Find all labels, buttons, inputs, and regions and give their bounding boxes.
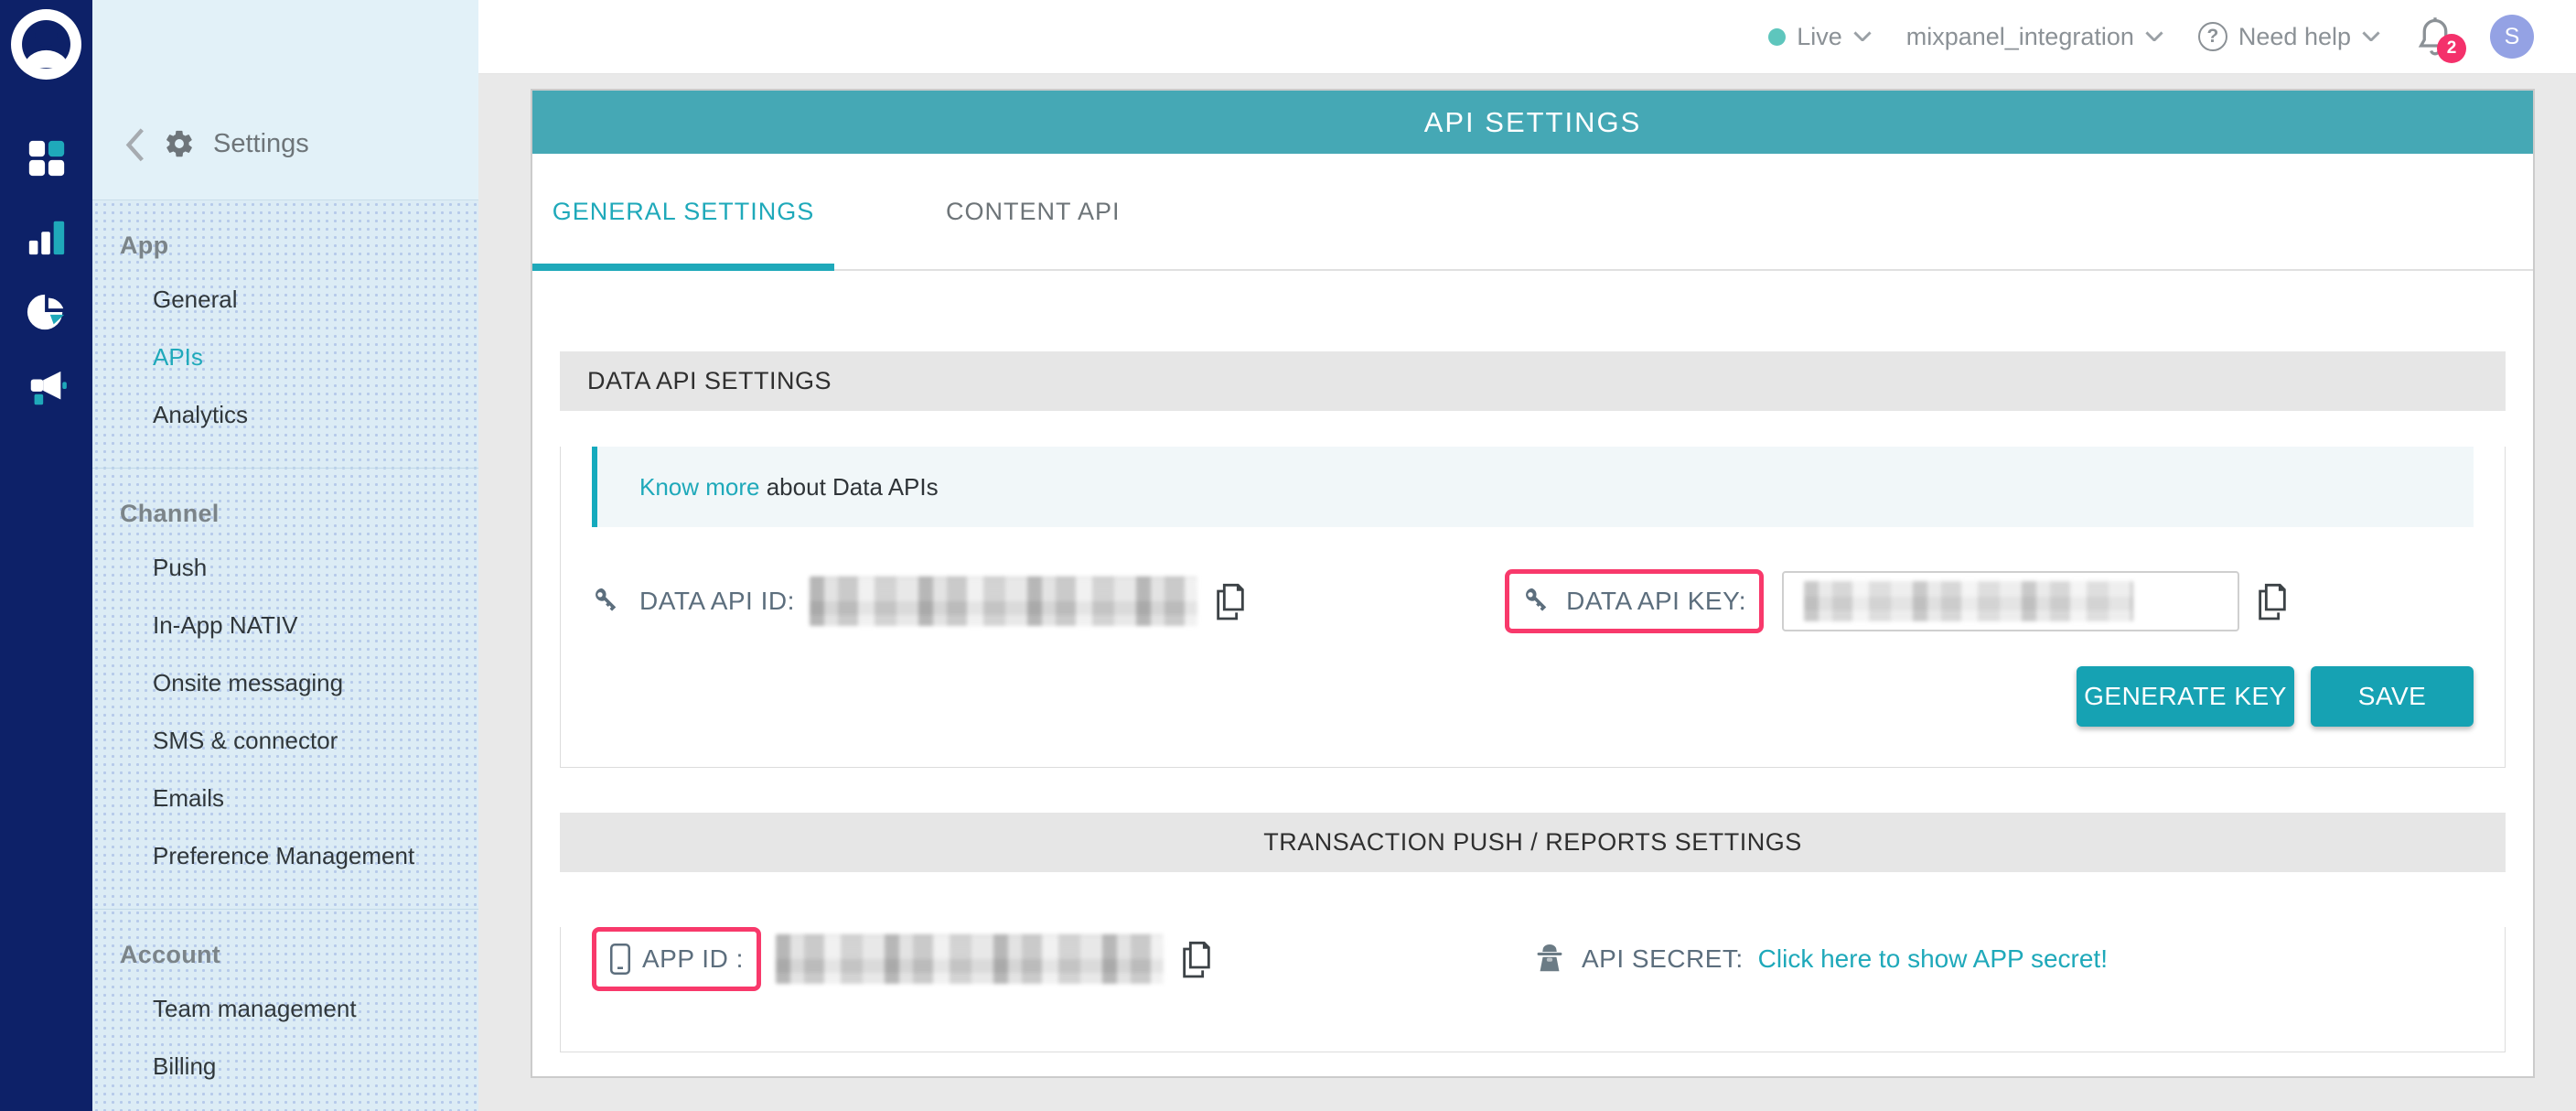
sidebar-title: Settings [213,129,309,159]
sidebar-item-inapp-nativ[interactable]: In-App NATIV [120,597,478,654]
spy-icon [1532,941,1567,977]
sidebar-nav-list: App General APIs Analytics Channel Push … [92,200,478,1111]
data-api-key-input[interactable] [1782,571,2239,631]
key-icon [1522,585,1555,618]
transaction-settings-section: TRANSACTION PUSH / REPORTS SETTINGS APP … [560,813,2506,1052]
page-title: API SETTINGS [532,91,2533,154]
show-app-secret-link[interactable]: Click here to show APP secret! [1758,944,2108,974]
data-api-row: DATA API ID: [592,569,2474,633]
sidebar-section-label: App [120,232,478,260]
sidebar-item-team-management[interactable]: Team management [120,980,478,1038]
save-button[interactable]: SAVE [2311,666,2474,727]
api-secret-field: API SECRET: Click here to show APP secre… [1532,941,2108,977]
highlight-box-data-api-key: DATA API KEY: [1505,569,1764,633]
question-circle-icon: ? [2198,22,2227,51]
analytics-bars-icon[interactable] [26,216,68,258]
data-api-key-label: DATA API KEY: [1566,587,1746,616]
app-root: Settings App General APIs Analytics Chan… [0,0,2576,1111]
sidebar-item-push[interactable]: Push [120,539,478,597]
info-banner: Know more about Data APIs [592,447,2474,527]
user-avatar[interactable]: S [2490,15,2534,59]
settings-sidebar: Settings App General APIs Analytics Chan… [92,0,478,1111]
sidebar-item-emails[interactable]: Emails [120,770,478,827]
project-dropdown[interactable]: mixpanel_integration [1906,23,2163,51]
environment-dropdown[interactable]: Live [1768,23,1872,51]
section-body: Know more about Data APIs DATA API ID: [560,447,2506,768]
dashboard-grid-icon[interactable] [26,137,68,179]
sidebar-header: Settings [92,0,478,200]
brand-user-logo-icon[interactable] [11,9,81,80]
copy-icon[interactable] [2254,582,2291,620]
transaction-row: APP ID : [592,927,2474,991]
generate-key-button[interactable]: GENERATE KEY [2077,666,2294,727]
app-id-field: APP ID : [592,927,1215,991]
live-status-dot [1768,28,1786,46]
tab-general-settings[interactable]: GENERAL SETTINGS [532,154,834,269]
tab-bar: GENERAL SETTINGS CONTENT API [532,154,2533,271]
highlight-box-app-id: APP ID : [592,927,761,991]
segments-pie-icon[interactable] [26,291,68,333]
sidebar-item-sms-connector[interactable]: SMS & connector [120,712,478,770]
chevron-down-icon [2145,31,2163,42]
sidebar-item-billing[interactable]: Billing [120,1038,478,1095]
sidebar-item-general[interactable]: General [120,271,478,329]
help-dropdown[interactable]: ? Need help [2198,22,2380,51]
phone-icon [609,943,631,976]
data-api-id-field: DATA API ID: [592,577,1249,626]
section-header: TRANSACTION PUSH / REPORTS SETTINGS [560,813,2506,872]
back-chevron-icon[interactable] [125,128,145,159]
section-body: APP ID : [560,927,2506,1052]
banner-text: about Data APIs [760,473,939,501]
copy-icon[interactable] [1178,940,1215,978]
sidebar-item-analytics[interactable]: Analytics [120,386,478,444]
redacted-data-api-key-value [1804,581,2133,621]
redacted-data-api-id-value [810,577,1197,626]
copy-icon[interactable] [1212,582,1249,620]
campaigns-megaphone-icon[interactable] [26,368,68,410]
sidebar-item-onsite-messaging[interactable]: Onsite messaging [120,654,478,712]
api-secret-label: API SECRET: [1582,944,1744,974]
sidebar-section-channel: Channel Push In-App NATIV Onsite messagi… [92,468,478,909]
data-api-id-label: DATA API ID: [639,587,795,616]
topbar: Live mixpanel_integration ? Need help [478,0,2576,74]
key-icon [592,585,625,618]
know-more-link[interactable]: Know more [639,473,760,501]
sidebar-section-app: App General APIs Analytics [92,200,478,468]
chevron-down-icon [1853,31,1872,42]
sidebar-item-apis[interactable]: APIs [120,329,478,386]
project-label: mixpanel_integration [1906,23,2134,51]
sidebar-item-preference-management[interactable]: Preference Management [120,827,478,885]
sidebar-section-account: Account Team management Billing [92,909,478,1111]
icon-rail [0,0,92,1111]
sidebar-section-label: Channel [120,500,478,528]
app-id-label: APP ID : [642,944,744,974]
redacted-app-id-value [776,934,1164,984]
notification-badge: 2 [2437,34,2466,63]
button-row: GENERATE KEY SAVE [592,666,2474,767]
data-api-settings-section: DATA API SETTINGS Know more about Data A… [560,351,2506,768]
chevron-down-icon [2362,31,2380,42]
notifications-button[interactable]: 2 [2415,16,2455,58]
tab-content-api[interactable]: CONTENT API [946,154,1121,269]
section-header: DATA API SETTINGS [560,351,2506,411]
help-label: Need help [2238,23,2351,51]
sidebar-section-label: Account [120,941,478,969]
api-settings-card: API SETTINGS GENERAL SETTINGS CONTENT AP… [531,89,2535,1078]
main-content: API SETTINGS GENERAL SETTINGS CONTENT AP… [478,74,2576,1111]
environment-label: Live [1797,23,1842,51]
gear-icon [164,128,195,159]
data-api-key-field: DATA API KEY: [1505,569,2291,633]
